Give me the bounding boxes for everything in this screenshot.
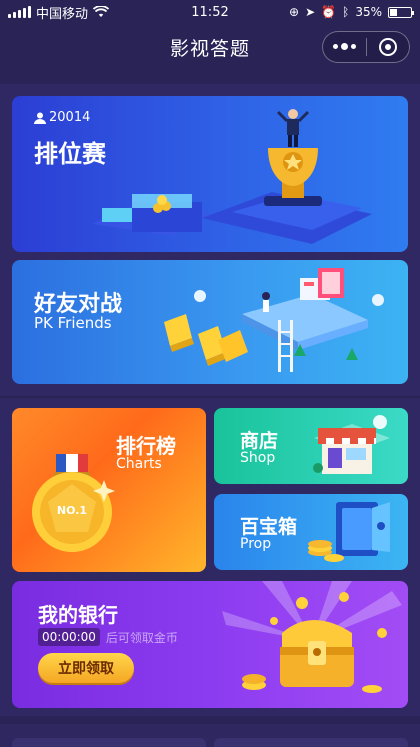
wifi-icon xyxy=(93,6,110,17)
alarm-icon: ⏰ xyxy=(321,5,337,19)
charts-card[interactable]: 排行榜 Charts NO.1 xyxy=(12,408,206,572)
trophy-podium-illustration xyxy=(92,109,372,244)
treasure-chest-icon xyxy=(222,581,402,693)
more-cards-peek xyxy=(0,724,420,747)
medal-label: NO.1 xyxy=(56,504,88,517)
bluetooth-icon: ᛒ xyxy=(342,5,350,19)
battery-icon xyxy=(388,6,414,18)
ranked-match-card[interactable]: 20014 排位赛 xyxy=(12,96,408,252)
shop-card[interactable]: 商店 Shop xyxy=(214,408,408,484)
rotation-lock-icon: ⊕ xyxy=(289,5,300,19)
battery-percent: 35% xyxy=(355,5,382,19)
prop-card[interactable]: 百宝箱 Prop xyxy=(214,494,408,570)
location-icon: ➤ xyxy=(305,5,316,19)
more-icon xyxy=(332,43,356,50)
more-button[interactable] xyxy=(323,32,366,62)
signal-icon xyxy=(8,6,31,18)
pk-battle-illustration xyxy=(164,268,384,372)
carrier-label: 中国移动 xyxy=(36,6,89,22)
medal-icon xyxy=(32,454,115,552)
close-circle-icon xyxy=(378,38,397,56)
pk-friends-card[interactable]: 好友对战 PK Friends PK xyxy=(12,260,408,384)
my-bank-card[interactable]: 我的银行 00:00:00 后可领取金币 立即领取 xyxy=(12,581,408,708)
status-bar: 中国移动 11:52 ⊕ ➤ ⏰ ᛒ 35% xyxy=(0,0,420,24)
safe-icon xyxy=(308,502,390,562)
page-title: 影视答题 xyxy=(169,37,250,60)
miniapp-capsule xyxy=(322,31,410,63)
store-icon xyxy=(313,415,390,474)
pk-letters xyxy=(164,314,248,366)
navigation-bar: 影视答题 xyxy=(0,24,420,70)
close-miniapp-button[interactable] xyxy=(367,32,410,62)
